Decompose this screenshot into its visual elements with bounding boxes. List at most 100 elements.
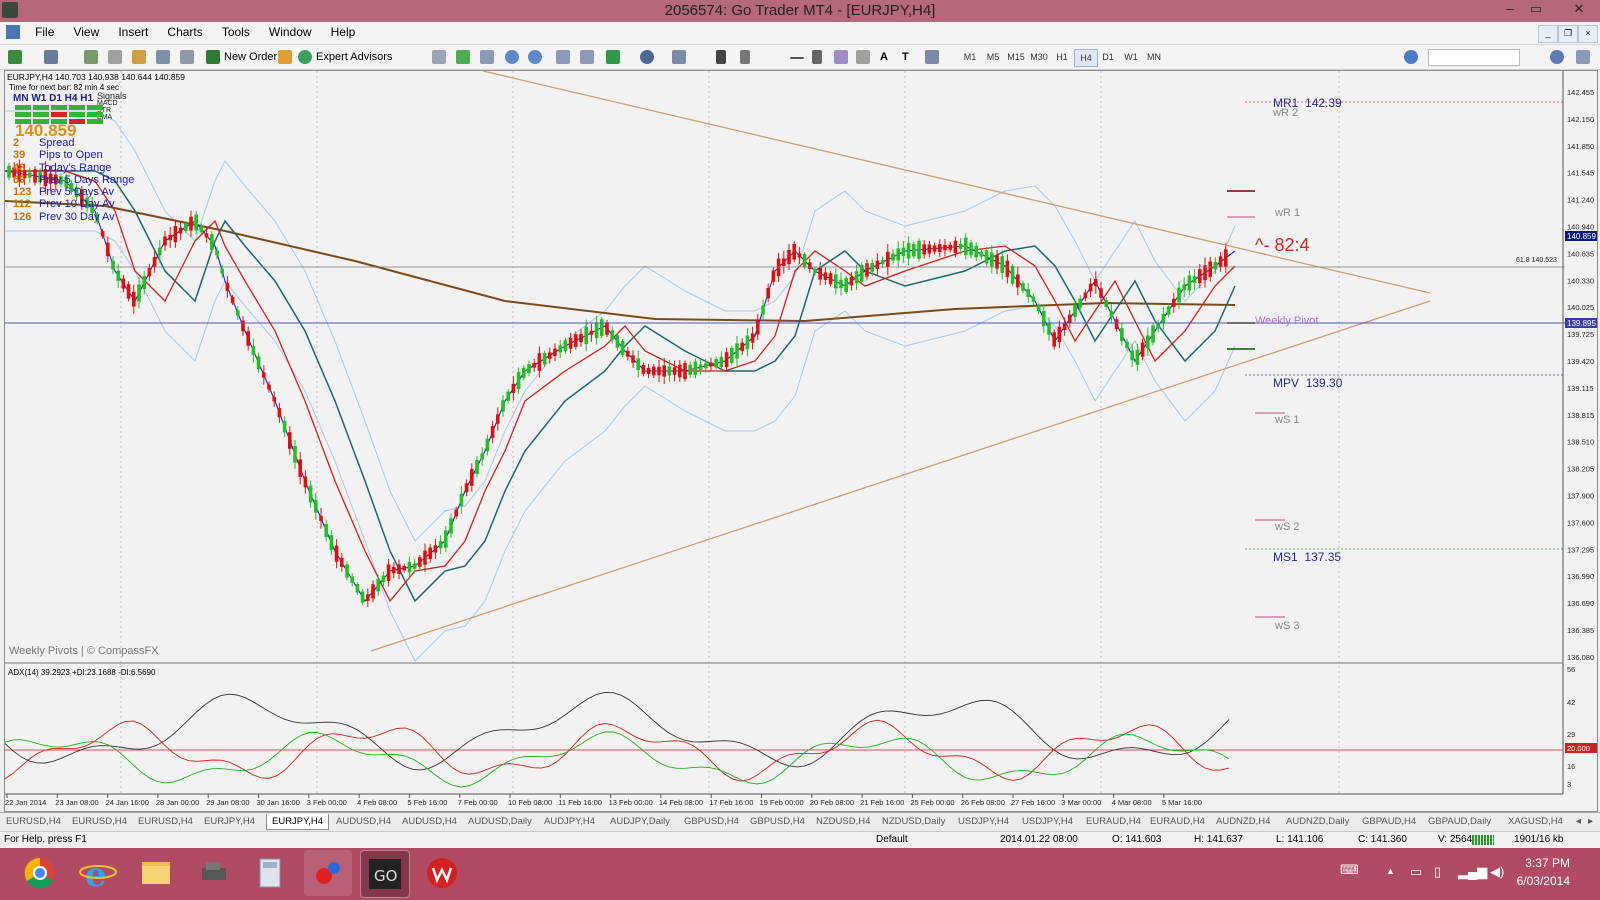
price-chart[interactable]: 142.455 142.150 141.850 141.545 141.240 140.9… [5,71,1597,811]
tab-chart[interactable]: NZDUSD,H4 [816,814,870,829]
autoscroll-icon[interactable] [580,50,594,64]
tab-chart[interactable]: EURUSD,H4 [138,814,193,829]
bar-chart-icon[interactable] [432,50,446,64]
tf-d1[interactable]: D1 [1097,49,1119,65]
menu-help[interactable]: Help [323,22,364,42]
tab-chart[interactable]: NZDUSD,Daily [882,814,945,829]
new-chart-icon[interactable] [8,50,22,64]
taskbar-clock[interactable]: 3:37 PM 6/03/2014 [1517,854,1570,890]
tab-chart[interactable]: AUDUSD,H4 [336,814,391,829]
search-icon[interactable] [1550,50,1564,64]
tab-chart[interactable]: EURAUD,H4 [1086,814,1141,829]
trading-app-icon[interactable] [418,850,466,896]
data-window-icon[interactable] [108,50,122,64]
file-explorer-icon[interactable] [132,850,180,896]
utility-icon[interactable] [190,850,238,896]
expert-advisors-icon[interactable] [298,50,312,64]
chrome-icon[interactable] [16,850,64,896]
text-tool-icon[interactable]: A [880,48,888,66]
tf-m1[interactable]: M1 [959,49,981,65]
tf-h4[interactable]: H4 [1074,49,1098,67]
candlestick-icon[interactable] [456,50,470,64]
tab-chart[interactable]: AUDJPY,Daily [610,814,670,829]
tab-chart[interactable]: GBPAUD,Daily [1428,814,1491,829]
new-order-icon[interactable] [206,50,220,64]
tab-chart[interactable]: GBPUSD,H4 [684,814,739,829]
network-icon[interactable]: ▂▄▆ [1458,864,1487,880]
tf-mn[interactable]: MN [1143,49,1165,65]
close-button[interactable]: ✕ [1566,0,1592,20]
tabs-scroll-left-icon[interactable]: ◂ [1576,814,1581,829]
tab-chart[interactable]: AUDNZD,H4 [1216,814,1270,829]
metaeditor-icon[interactable] [278,50,292,64]
label-tool-icon[interactable]: T [902,48,909,66]
periods-icon[interactable] [640,50,654,64]
minimize-button[interactable]: – [1497,0,1523,20]
chart-window[interactable]: 142.455 142.150 141.850 141.545 141.240 140.9… [4,70,1598,812]
calculator-icon[interactable] [246,850,294,896]
chart-shift-icon[interactable] [556,50,570,64]
lower-trendline[interactable] [370,300,1431,652]
zoom-in-icon[interactable] [505,50,519,64]
tf-m5[interactable]: M5 [982,49,1004,65]
tab-chart[interactable]: EURJPY,H4 [204,814,255,829]
channel-icon[interactable] [834,50,848,64]
mdi-restore-button[interactable]: ❐ [1558,25,1578,43]
menu-window[interactable]: Window [261,22,320,42]
tab-chart[interactable]: AUDNZD,Daily [1286,814,1349,829]
tab-chart[interactable]: EURAUD,H4 [1150,814,1205,829]
tab-chart[interactable]: EURUSD,H4 [72,814,127,829]
mdi-close-button[interactable]: × [1578,25,1598,43]
navigator-icon[interactable] [132,50,146,64]
profiles-icon[interactable] [44,50,58,64]
fibo-icon[interactable] [856,50,870,64]
line-chart-icon[interactable] [480,50,494,64]
templates-icon[interactable] [672,50,686,64]
gear-icon[interactable] [1404,50,1418,64]
mdi-minimize-button[interactable]: _ [1538,25,1558,43]
tab-chart[interactable]: GBPUSD,H4 [750,814,805,829]
menu-charts[interactable]: Charts [159,22,210,42]
status-profile[interactable]: Default [876,834,908,845]
tf-m30[interactable]: M30 [1028,49,1050,65]
market-watch-icon[interactable] [84,50,98,64]
tf-h1[interactable]: H1 [1051,49,1073,65]
tab-chart[interactable]: XAGUSD,H4 [1508,814,1563,829]
tab-chart-active[interactable]: EURJPY,H4 [266,814,330,830]
arrows-icon[interactable] [925,50,939,64]
tab-chart[interactable]: AUDUSD,H4 [402,814,457,829]
new-order-button[interactable]: New Order [224,48,277,66]
terminal-icon[interactable] [156,50,170,64]
zoom-out-icon[interactable] [528,50,542,64]
trendline-icon[interactable] [812,50,822,64]
tf-m15[interactable]: M15 [1005,49,1027,65]
tabs-scroll-right-icon[interactable]: ▸ [1588,814,1593,829]
tab-chart[interactable]: EURUSD,H4 [6,814,61,829]
document-icon[interactable] [6,25,20,39]
menu-tools[interactable]: Tools [214,22,258,42]
tab-chart[interactable]: USDJPY,H4 [1022,814,1073,829]
hline-icon[interactable] [790,57,804,59]
menu-file[interactable]: File [27,22,62,42]
go-trader-icon[interactable]: GO [360,850,410,898]
search-input[interactable] [1428,49,1520,66]
tf-w1[interactable]: W1 [1120,49,1142,65]
tray-expand-icon[interactable]: ▲ [1386,866,1395,876]
tab-chart[interactable]: GBPAUD,H4 [1362,814,1416,829]
tab-chart[interactable]: USDJPY,H4 [958,814,1009,829]
expert-advisors-button[interactable]: Expert Advisors [316,48,392,66]
strategy-tester-icon[interactable] [180,50,194,64]
tray-battery-icon[interactable]: ▯ [1434,864,1441,880]
menu-view[interactable]: View [65,22,107,42]
volume-icon[interactable]: ◀) [1490,864,1504,880]
tray-display-icon[interactable]: ▭ [1410,864,1422,880]
maximize-button[interactable]: ▭ [1523,0,1549,20]
app-icon-red-blue[interactable] [304,850,352,896]
tab-chart[interactable]: AUDUSD,Daily [468,814,532,829]
keyboard-icon[interactable]: ⌨ [1340,862,1359,878]
tab-chart[interactable]: AUDJPY,H4 [544,814,595,829]
account-icon[interactable] [1576,50,1590,64]
menu-insert[interactable]: Insert [110,22,156,42]
indicators-icon[interactable] [606,50,620,64]
crosshair-icon[interactable] [740,50,750,64]
